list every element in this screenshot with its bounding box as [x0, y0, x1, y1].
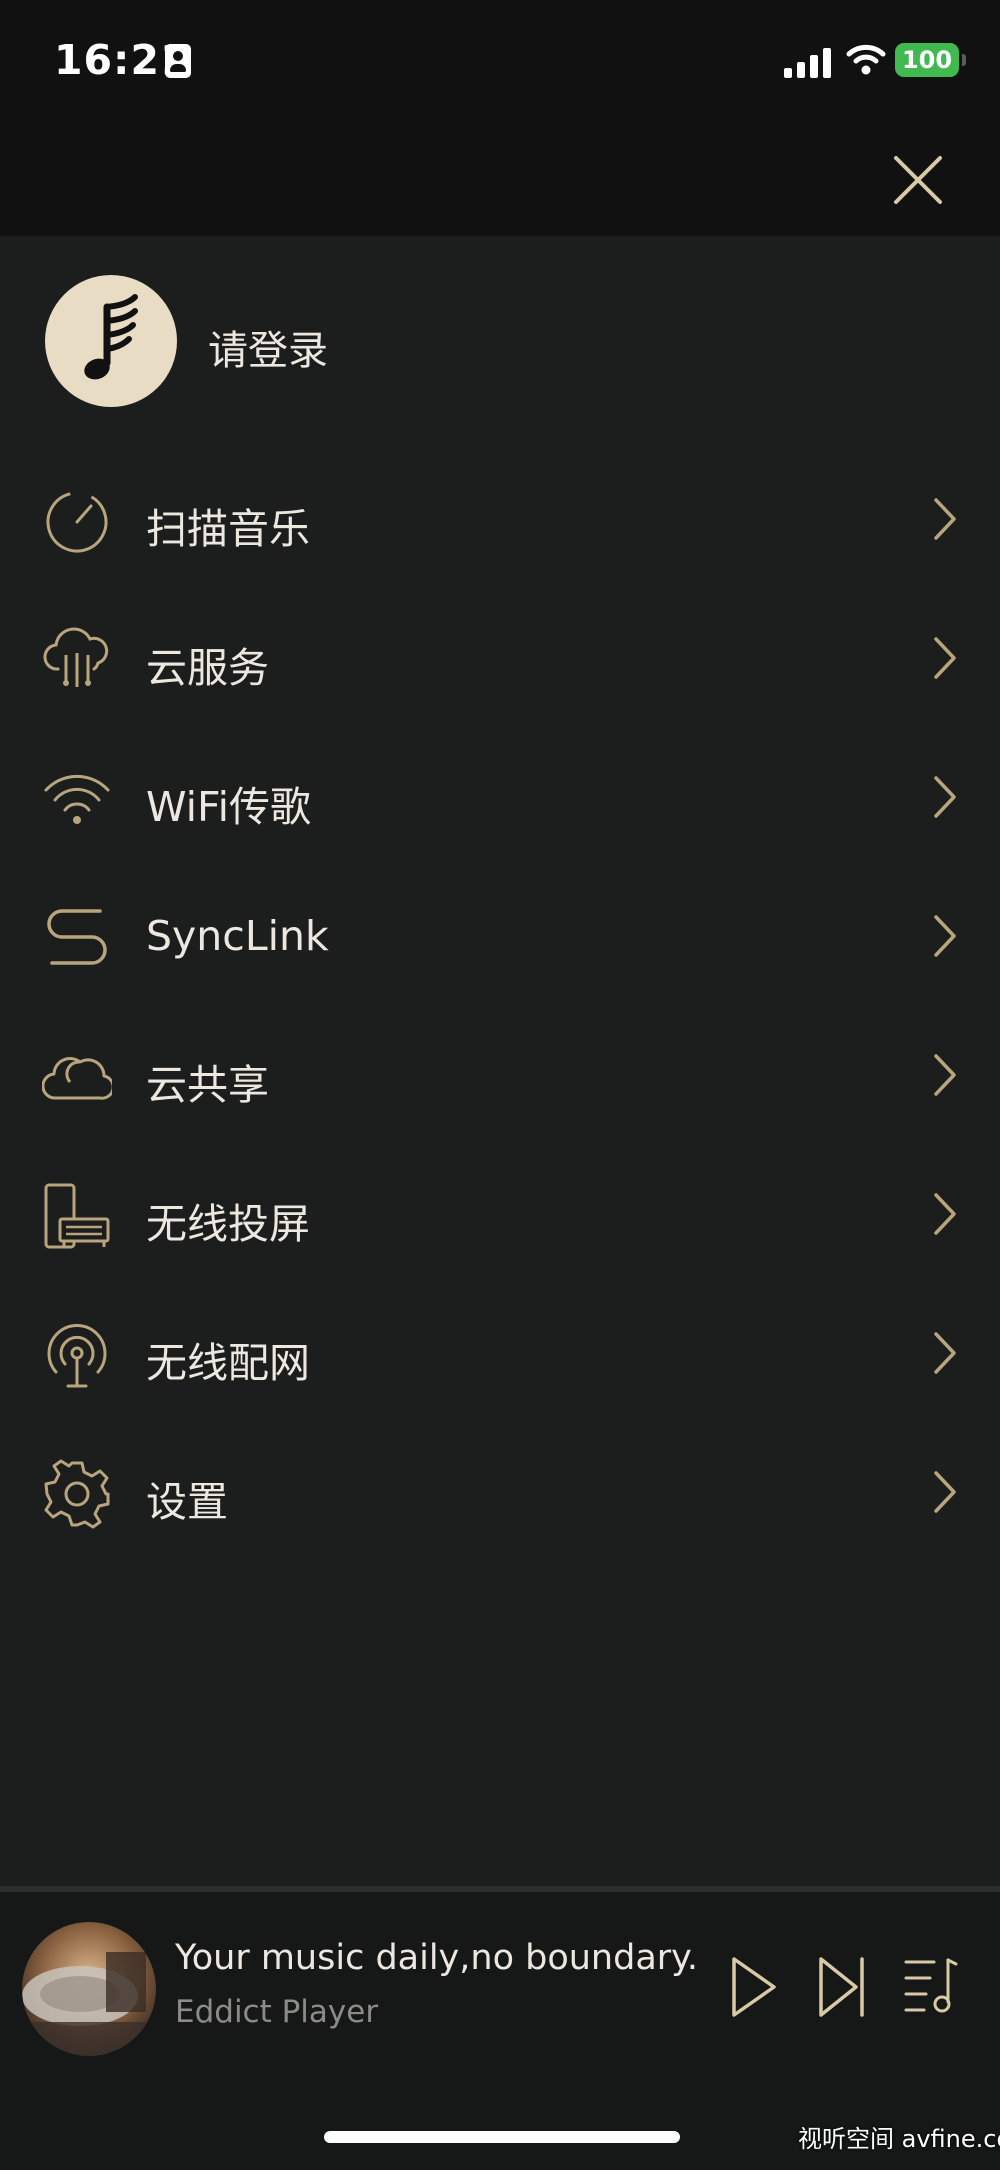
menu-item-settings[interactable]: 设置: [0, 1424, 1000, 1562]
cloud-share-icon: [42, 1057, 112, 1100]
menu-item-cloud-share[interactable]: 云共享: [0, 1007, 1000, 1145]
settings-icon: [44, 1459, 110, 1529]
menu-label: 设置: [146, 1478, 228, 1526]
cloud-service-icon: [43, 627, 109, 687]
close-icon[interactable]: [888, 150, 948, 210]
wifi-icon: [846, 44, 886, 75]
playlist-icon[interactable]: [902, 1954, 960, 2016]
chevron-right-icon: [934, 1471, 956, 1513]
next-track-icon[interactable]: [816, 1954, 870, 2020]
menu-label: 云共享: [146, 1061, 269, 1109]
status-bar: 16:21 100: [0, 0, 1000, 130]
top-bar: [0, 130, 1000, 236]
chevron-right-icon: [934, 498, 956, 540]
battery-icon: 100: [895, 43, 966, 77]
home-indicator[interactable]: [324, 2131, 680, 2143]
chevron-right-icon: [934, 776, 956, 818]
wifi-transfer-icon: [44, 774, 110, 824]
wireless-network-icon: [47, 1323, 107, 1388]
login-row[interactable]: 请登录: [0, 270, 1000, 410]
menu-label: SyncLink: [146, 912, 329, 960]
menu-label: 无线配网: [146, 1339, 310, 1387]
menu-item-wireless-network[interactable]: 无线配网: [0, 1285, 1000, 1423]
menu-item-synclink[interactable]: SyncLink: [0, 868, 1000, 1006]
chevron-right-icon: [934, 1054, 956, 1096]
avatar[interactable]: [45, 275, 177, 407]
album-art[interactable]: [22, 1922, 156, 2056]
chevron-right-icon: [934, 1193, 956, 1235]
menu-label: WiFi传歌: [146, 783, 312, 831]
track-artist[interactable]: Eddict Player: [175, 1994, 378, 2030]
chevron-right-icon: [934, 637, 956, 679]
synclink-icon: [47, 909, 107, 965]
turntable-image: [22, 1922, 156, 2056]
chevron-right-icon: [934, 1332, 956, 1374]
person-badge-icon: [165, 44, 191, 78]
menu-label: 无线投屏: [146, 1200, 310, 1248]
menu-item-wifi-transfer[interactable]: WiFi传歌: [0, 729, 1000, 867]
music-note-logo-icon: [84, 294, 138, 380]
watermark: 视听空间 avfine.com: [798, 2125, 1000, 2153]
login-label[interactable]: 请登录: [208, 318, 328, 376]
play-icon[interactable]: [728, 1954, 780, 2020]
menu-label: 云服务: [146, 644, 269, 692]
chevron-right-icon: [934, 915, 956, 957]
menu-label: 扫描音乐: [146, 505, 310, 553]
menu-item-scan-music[interactable]: 扫描音乐: [0, 451, 1000, 589]
menu-item-wireless-cast[interactable]: 无线投屏: [0, 1146, 1000, 1284]
signal-icon: [784, 48, 831, 78]
wireless-cast-icon: [44, 1183, 110, 1249]
battery-level: 100: [901, 46, 953, 74]
track-title[interactable]: Your music daily,no boundary.: [175, 1938, 698, 1978]
scan-music-icon: [46, 491, 108, 553]
menu-item-cloud-service[interactable]: 云服务: [0, 590, 1000, 728]
